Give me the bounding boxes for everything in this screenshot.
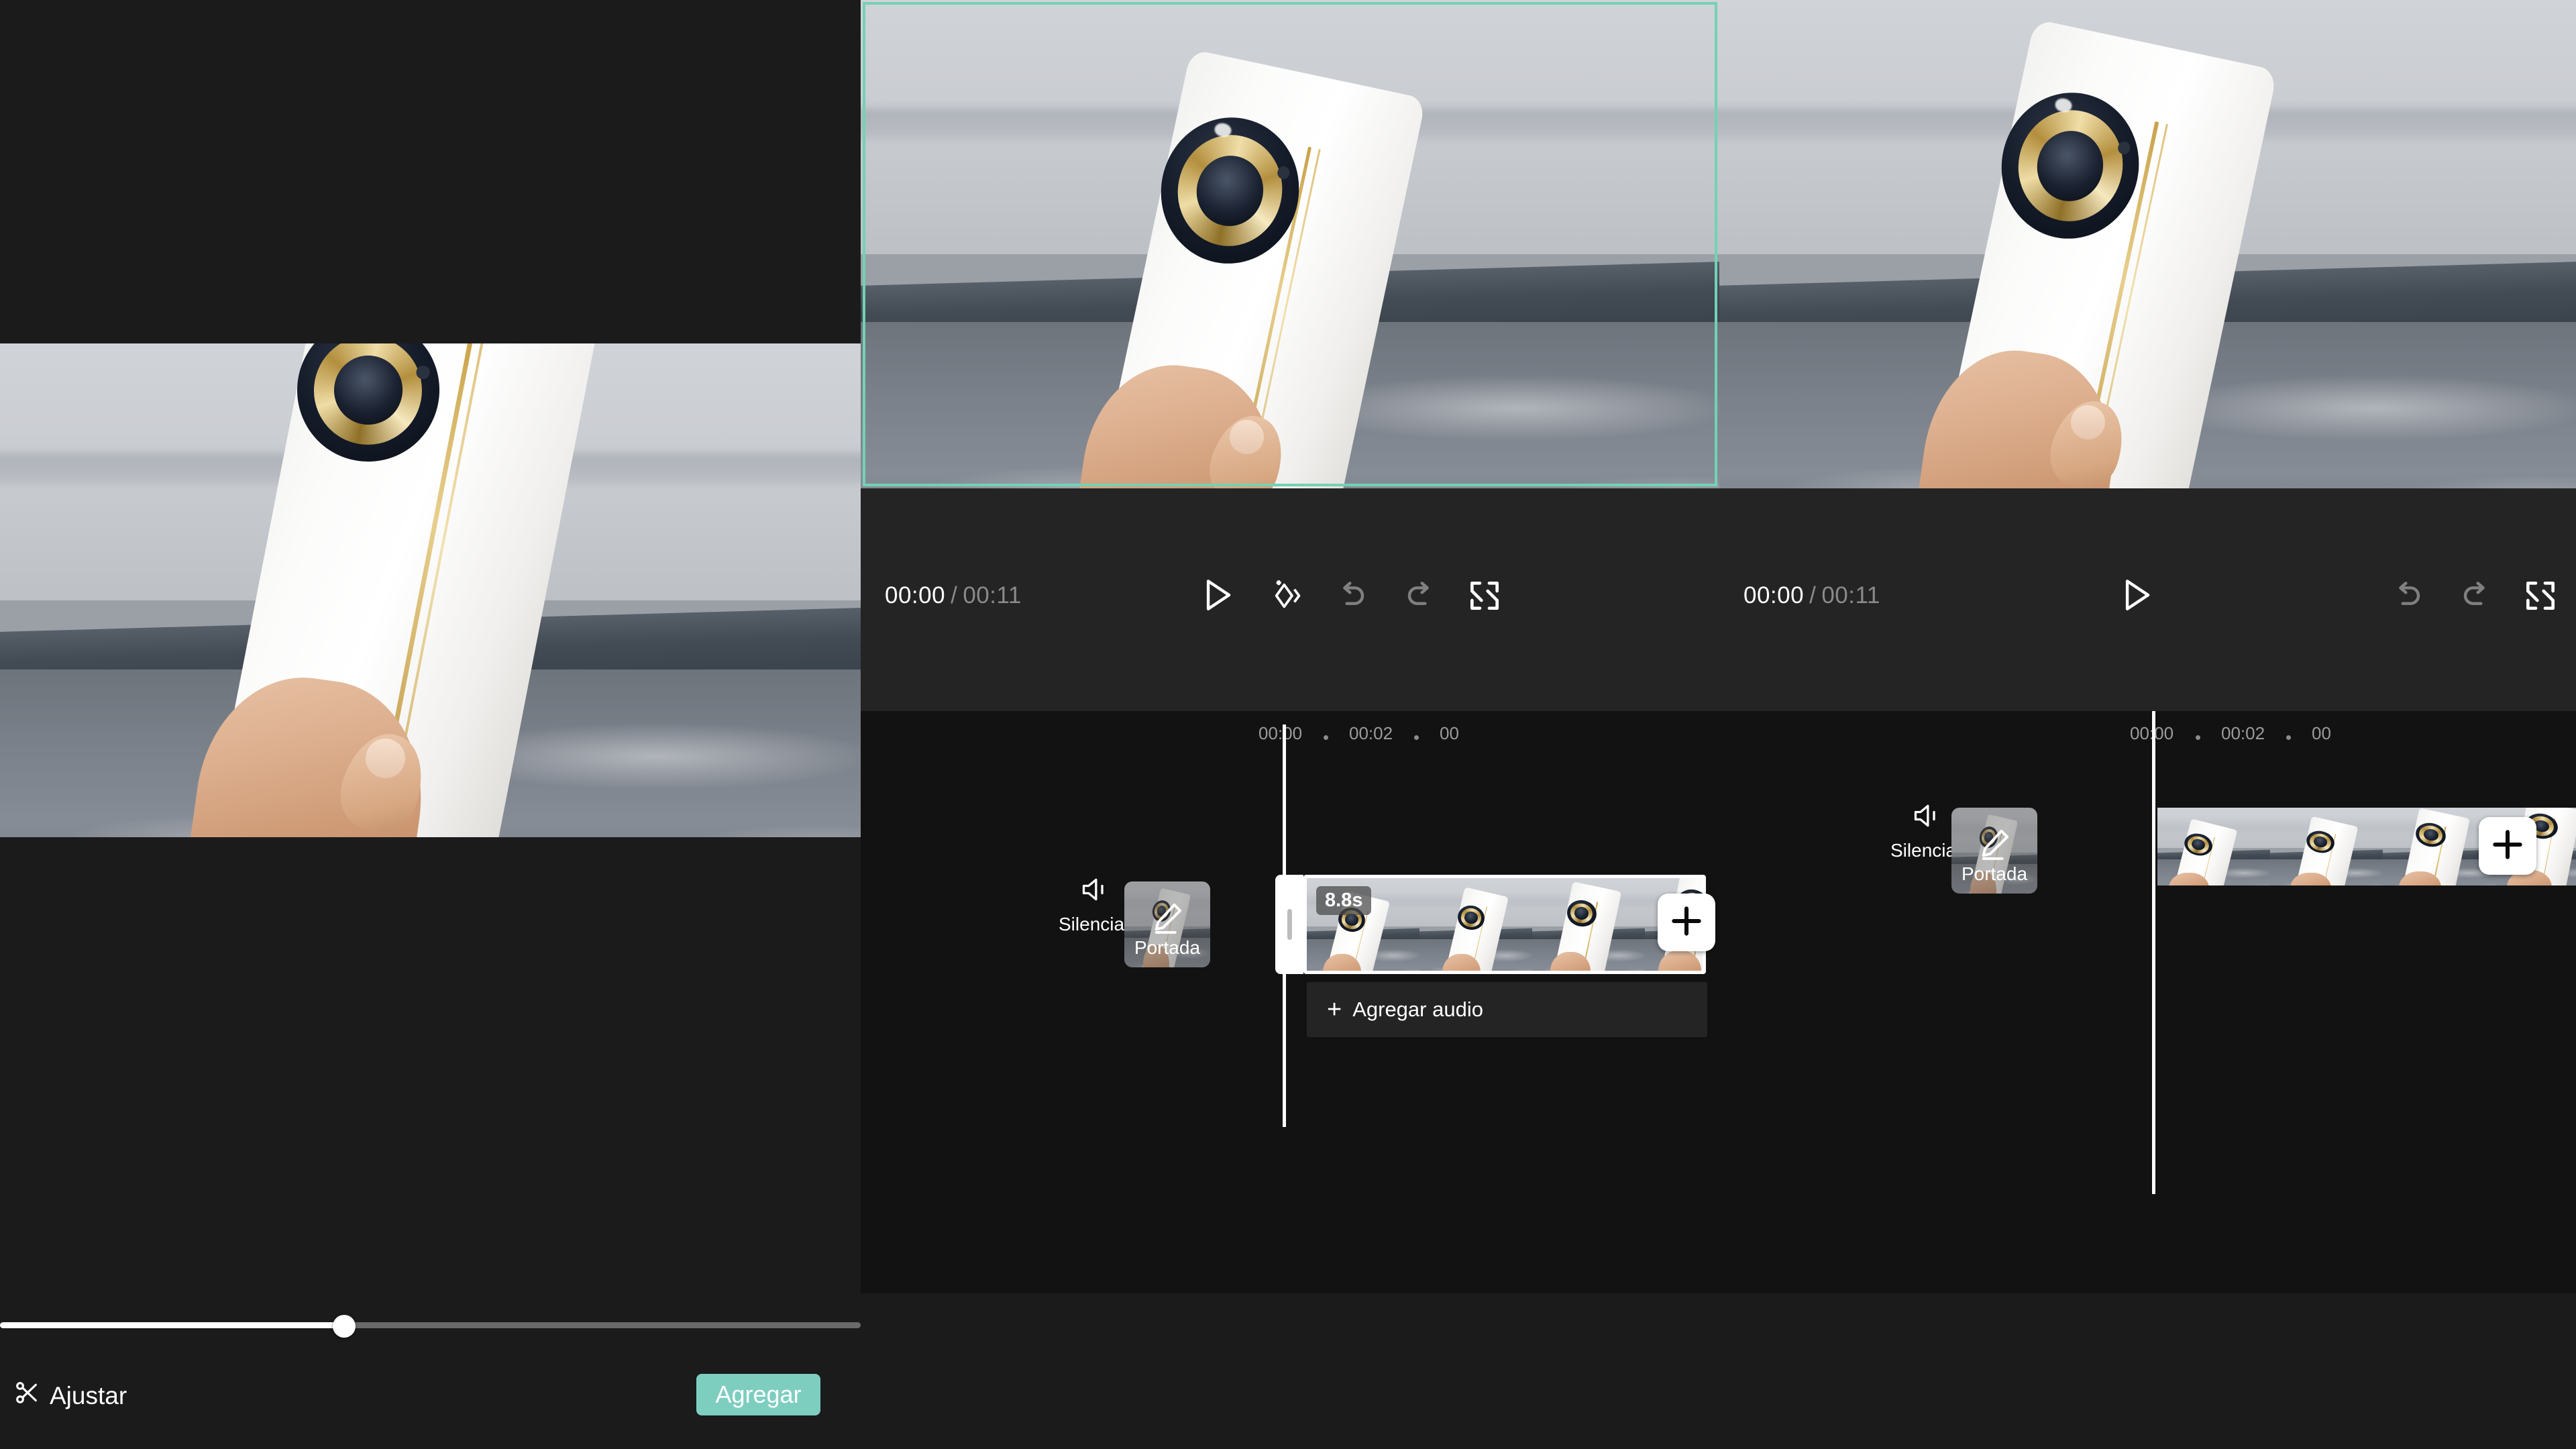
cover-label: Portada (1961, 863, 2028, 884)
clip-frame (1532, 878, 1645, 971)
ruler-dot (2286, 735, 2291, 740)
cover-button[interactable]: Portada (1951, 808, 2037, 894)
center-timecode: 00:00/00:11 (885, 582, 1022, 609)
clip-frame (1419, 878, 1532, 971)
pencil-icon (1976, 825, 2013, 863)
total-time: 00:11 (963, 582, 1022, 608)
mute-speaker-icon (1079, 875, 1111, 908)
right-timeline-ruler[interactable]: 00:00 00:02 00 (1719, 711, 2576, 759)
preview-media-large[interactable] (0, 343, 861, 837)
timeline-clip[interactable]: 8.8s (1303, 875, 1706, 974)
right-editor-panel: 00:00/00:11 00:02 00 Silenciar Portada (1719, 0, 2576, 1449)
right-preview[interactable] (1719, 0, 2576, 488)
left-bottom-bar: Ajustar Agregar (0, 1295, 861, 1449)
ruler-tick: 00 (2312, 723, 2331, 743)
clip-frame (2270, 808, 2383, 885)
ruler-tick: 00 (1440, 723, 1459, 743)
zoom-slider[interactable] (0, 1311, 861, 1338)
play-icon (2115, 580, 2157, 619)
ruler-tick: 00:00 (1258, 723, 1303, 743)
clip-frame-photo (2270, 808, 2383, 885)
redo-icon[interactable] (1400, 577, 1438, 614)
timeline-playhead[interactable] (1283, 724, 1286, 1127)
ruler-dot (2196, 735, 2200, 740)
redo-icon[interactable] (2456, 577, 2493, 614)
mute-track-button[interactable]: Silenciar (1059, 875, 1130, 935)
undo-icon[interactable] (1334, 577, 1372, 614)
add-audio-row[interactable]: + Agregar audio (1307, 982, 1707, 1037)
clip-frame-photo (1532, 878, 1645, 971)
ruler-dot (1414, 735, 1419, 740)
ruler-tick: 00:02 (1349, 723, 1393, 743)
current-time: 00:00 (1743, 582, 1805, 608)
center-control-icons (1269, 577, 1503, 614)
ruler-dot (1324, 735, 1328, 740)
add-clip-button[interactable] (2479, 817, 2536, 875)
clip-trim-handle-left[interactable] (1275, 875, 1303, 974)
plus-icon (1668, 902, 1705, 943)
total-time: 00:11 (1821, 582, 1880, 608)
center-timeline-ruler[interactable]: 00:00 00:02 00 (861, 711, 1719, 759)
clip-duration-badge: 8.8s (1316, 886, 1372, 915)
add-button-label: Agregar (715, 1381, 802, 1408)
current-time: 00:00 (885, 582, 946, 608)
center-editor-panel: 00:00/00:11 00:00 00:02 00 Silenciar Por… (861, 0, 1719, 1449)
left-preview-panel: Ajustar Agregar (0, 0, 861, 1449)
right-timeline[interactable]: Silenciar Portada (1719, 711, 2576, 1293)
fullscreen-icon[interactable] (1466, 577, 1503, 614)
right-control-icons (2390, 577, 2559, 614)
fit-button-label: Ajustar (50, 1381, 127, 1409)
left-action-row: Ajustar Agregar (0, 1362, 861, 1449)
play-button[interactable] (1196, 574, 1238, 616)
fit-button[interactable]: Ajustar (13, 1379, 127, 1412)
center-preview-media[interactable] (861, 0, 1719, 488)
ruler-tick: 00:02 (2221, 723, 2265, 743)
right-preview-media[interactable] (1719, 0, 2576, 488)
add-audio-label: Agregar audio (1352, 998, 1483, 1021)
time-separator: / (951, 582, 958, 608)
mute-track-label: Silenciar (1059, 914, 1131, 934)
undo-icon[interactable] (2390, 577, 2428, 614)
center-timeline[interactable]: Silenciar Portada 8.8s + Agregar audio (861, 724, 1719, 1293)
play-icon (1196, 580, 1238, 619)
cover-button[interactable]: Portada (1124, 881, 1210, 967)
add-button[interactable]: Agregar (696, 1374, 820, 1415)
add-clip-button[interactable] (1658, 894, 1715, 951)
right-control-bar: 00:00/00:11 (1719, 488, 2576, 711)
timeline-playhead[interactable] (2152, 711, 2155, 1194)
center-control-bar: 00:00/00:11 (861, 488, 1719, 711)
clip-frame-photo (1419, 878, 1532, 971)
play-button[interactable] (2115, 574, 2157, 616)
cover-label: Portada (1134, 937, 1201, 958)
clip-frame-photo (2157, 808, 2270, 885)
zoom-slider-thumb[interactable] (333, 1315, 356, 1338)
scissors-icon (13, 1379, 40, 1412)
right-timecode: 00:00/00:11 (1743, 582, 1880, 609)
time-separator: / (1809, 582, 1817, 608)
zoom-slider-fill (0, 1322, 345, 1328)
trim-handle-grip (1287, 909, 1292, 940)
app-screen: Ajustar Agregar 00:00 / 00:11 00:00 00:0… (0, 0, 2576, 1449)
fullscreen-icon[interactable] (2522, 577, 2559, 614)
center-preview[interactable] (861, 0, 1719, 488)
clip-frame (2157, 808, 2270, 885)
mute-speaker-icon (1911, 801, 1943, 834)
left-preview-stage[interactable] (0, 0, 861, 1295)
add-keyframe-icon[interactable] (1269, 577, 1306, 614)
plus-icon (2489, 826, 2526, 867)
pencil-icon (1148, 899, 1186, 936)
